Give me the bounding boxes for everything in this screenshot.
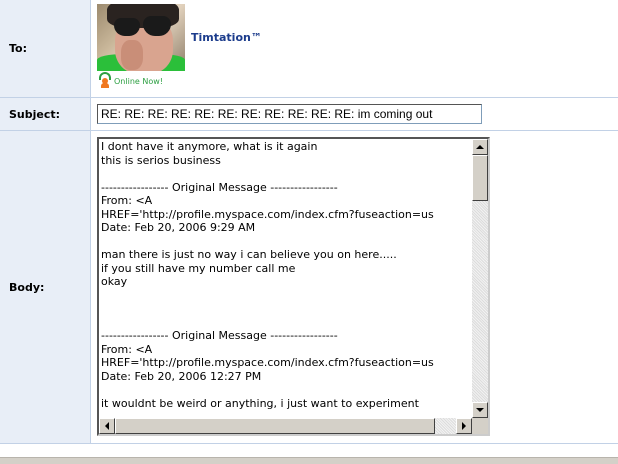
horizontal-scroll-thumb[interactable] [115,418,435,434]
recipient-cell: Online Now! Timtation™ [92,0,618,97]
to-label: To: [0,0,91,97]
subject-label-text: Subject: [9,107,61,121]
body-cell: I dont have it anymore, what is it again… [92,131,618,444]
body-label-text: Body: [9,281,45,294]
scroll-up-button[interactable] [472,139,488,155]
online-person-icon [98,72,112,88]
recipient-avatar[interactable] [97,4,185,71]
to-label-text: To: [9,42,27,55]
scroll-down-button[interactable] [472,402,488,418]
online-status-text: Online Now! [114,77,163,86]
arrow-up-icon [476,145,484,149]
horizontal-scrollbar[interactable] [99,418,472,434]
window-bottom-edge [0,457,618,464]
arrow-down-icon [476,408,484,412]
online-status: Online Now! [98,72,163,88]
body-label: Body: [0,131,91,444]
scrollbar-corner [472,418,488,434]
subject-input[interactable]: RE: RE: RE: RE: RE: RE: RE: RE: RE: RE: … [97,104,482,124]
recipient-name-link[interactable]: Timtation™ [191,31,262,44]
arrow-right-icon [462,422,466,430]
body-textarea[interactable]: I dont have it anymore, what is it again… [97,137,490,436]
body-textarea-content[interactable]: I dont have it anymore, what is it again… [100,140,472,419]
subject-cell: RE: RE: RE: RE: RE: RE: RE: RE: RE: RE: … [92,98,618,130]
vertical-scrollbar[interactable] [472,139,488,418]
scroll-left-button[interactable] [99,418,115,434]
scroll-right-button[interactable] [456,418,472,434]
vertical-scroll-thumb[interactable] [472,155,488,201]
arrow-left-icon [105,422,109,430]
subject-label: Subject: [0,98,91,130]
